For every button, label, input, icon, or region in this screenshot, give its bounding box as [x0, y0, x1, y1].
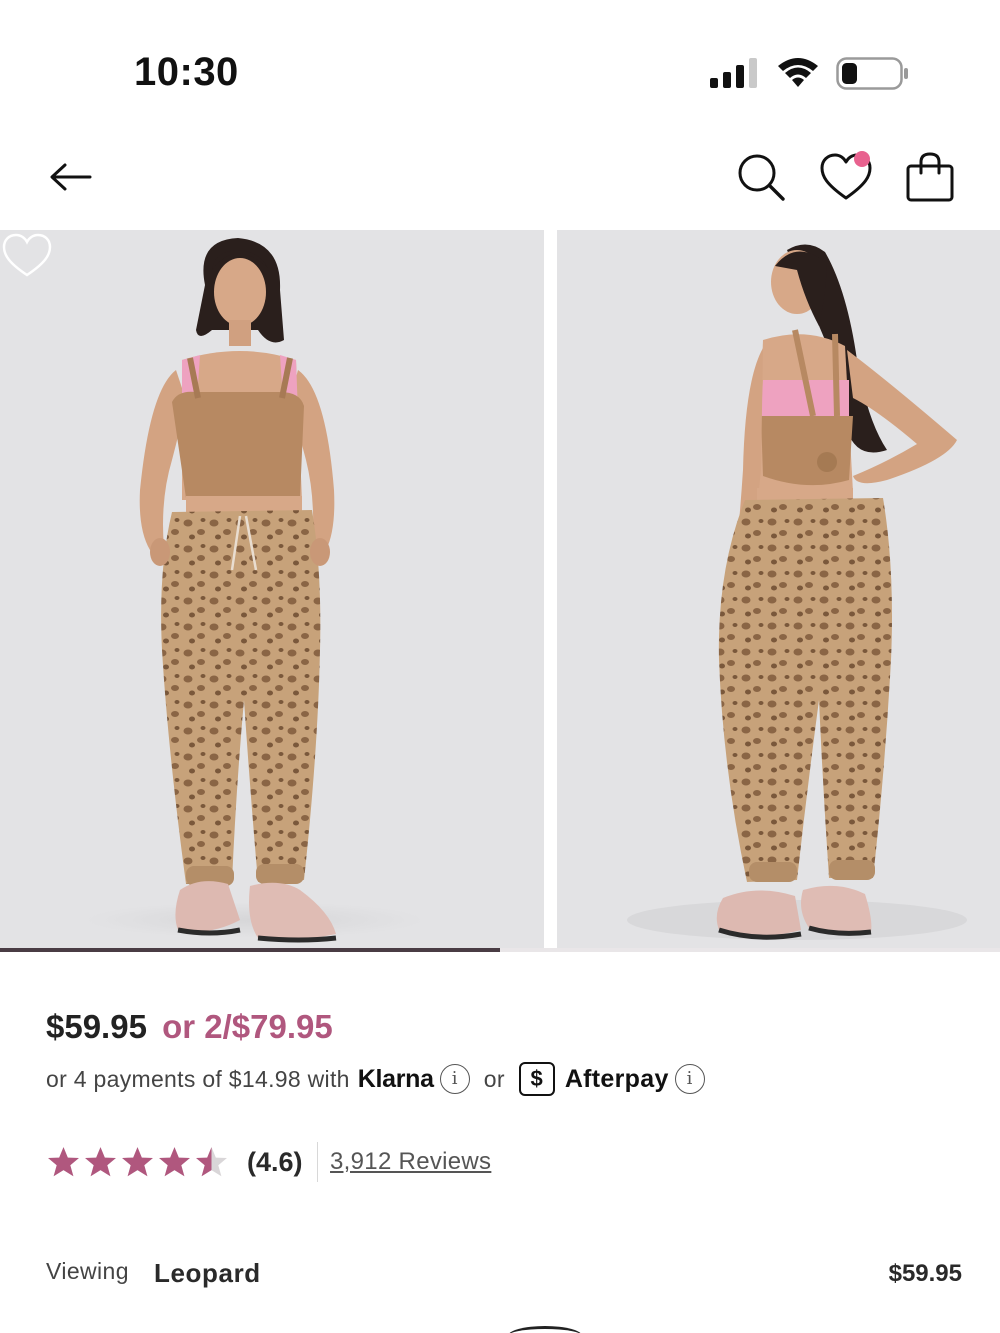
product-image-front[interactable]: [0, 230, 544, 948]
installment-payment-row: or 4 payments of $14.98 with Klarna i or…: [46, 1062, 705, 1096]
klarna-info-icon[interactable]: i: [439, 1064, 470, 1094]
status-time: 10:30: [134, 50, 239, 94]
klarna-logo[interactable]: Klarna: [358, 1065, 434, 1094]
model-back-illustration: [627, 244, 967, 940]
afterpay-cash-icon: $: [518, 1062, 555, 1096]
payment-or-text: or: [483, 1065, 505, 1092]
viewing-row: Viewing Leopard $59.95: [46, 1256, 962, 1296]
notification-dot: [854, 151, 870, 167]
star-icon: [122, 1147, 153, 1177]
gallery-progress-bar: [0, 948, 1000, 952]
heart-outline-icon[interactable]: [0, 230, 54, 280]
status-bar: 10:30: [0, 0, 1000, 130]
afterpay-logo[interactable]: Afterpay: [565, 1065, 669, 1094]
arrow-left-icon[interactable]: [46, 158, 96, 196]
price-row: $59.95 or 2/$79.95: [46, 1008, 333, 1046]
gallery-progress-fill: [0, 948, 500, 952]
product-image-back[interactable]: [557, 230, 1000, 948]
heart-icon[interactable]: [818, 148, 876, 204]
star-icon: [196, 1147, 227, 1177]
battery-icon: [836, 57, 908, 90]
multi-buy-price: or 2/$79.95: [162, 1008, 333, 1045]
rating-value: (4.6): [247, 1146, 303, 1177]
model-front-illustration: [85, 238, 425, 943]
product-image-gallery[interactable]: [0, 230, 1000, 948]
selected-color-name: Leopard: [154, 1258, 261, 1288]
wifi-icon: [778, 58, 818, 87]
cellular-signal-icon: [710, 58, 757, 88]
star-icon: [159, 1147, 190, 1177]
product-price: $59.95: [46, 1008, 147, 1045]
installment-text: or 4 payments of $14.98 with: [46, 1065, 350, 1092]
afterpay-info-icon[interactable]: i: [674, 1064, 705, 1094]
viewing-label: Viewing: [46, 1258, 129, 1284]
selected-variant-price: $59.95: [888, 1260, 962, 1287]
top-nav: [0, 130, 1000, 228]
reviews-link[interactable]: 3,912 Reviews: [330, 1148, 491, 1176]
shopping-bag-icon[interactable]: [902, 150, 958, 206]
rating-divider: [316, 1142, 319, 1182]
rating-row: (4.6) 3,912 Reviews: [46, 1142, 491, 1182]
star-icon: [48, 1147, 79, 1177]
star-icon: [85, 1147, 116, 1177]
star-rating: [46, 1145, 229, 1179]
color-swatch[interactable]: [508, 1326, 582, 1333]
search-icon[interactable]: [734, 150, 788, 204]
